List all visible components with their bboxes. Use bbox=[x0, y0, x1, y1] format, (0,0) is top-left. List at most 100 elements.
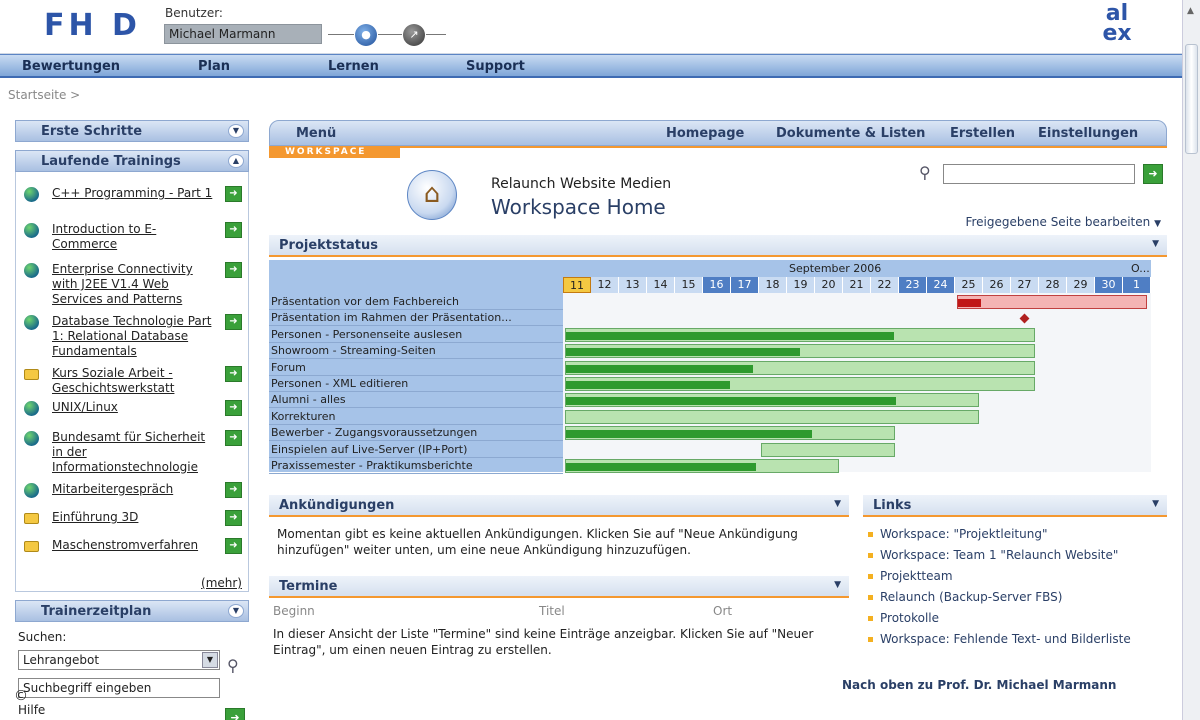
arrow-right-icon[interactable]: ➜ bbox=[225, 482, 242, 498]
gantt-task-name[interactable]: Praxissemester - Praktikumsberichte bbox=[269, 458, 563, 474]
chevron-down-icon[interactable]: ▼ bbox=[228, 604, 244, 618]
arrow-right-icon[interactable]: ➜ bbox=[225, 222, 242, 238]
arrow-right-icon[interactable]: ➜ bbox=[225, 510, 242, 526]
menu-label[interactable]: Menü bbox=[296, 126, 336, 141]
gantt-task-name[interactable]: Korrekturen bbox=[269, 409, 563, 425]
chevron-down-icon[interactable]: ▼ bbox=[1152, 499, 1159, 509]
arrow-right-icon[interactable]: ➜ bbox=[225, 262, 242, 278]
vertical-scrollbar[interactable]: ▲ bbox=[1182, 0, 1200, 720]
help-link[interactable]: Hilfe bbox=[18, 703, 45, 717]
gantt-task-name[interactable]: Alumni - alles bbox=[269, 392, 563, 409]
search-icon[interactable]: ⚲ bbox=[227, 656, 239, 675]
scrollbar-thumb[interactable] bbox=[1185, 44, 1198, 154]
gantt-bar[interactable] bbox=[565, 409, 979, 424]
training-item[interactable]: Introduction to E-Commerce ➜ bbox=[16, 222, 248, 252]
column-beginn[interactable]: Beginn bbox=[273, 604, 315, 618]
arrow-right-icon[interactable]: ➜ bbox=[225, 708, 245, 720]
arrow-right-icon[interactable]: ➜ bbox=[225, 430, 242, 446]
projektstatus-header[interactable]: Projektstatus ▼ bbox=[269, 235, 1167, 257]
gantt-progress bbox=[566, 397, 896, 406]
chevron-up-icon[interactable]: ▲ bbox=[228, 154, 244, 168]
fhd-logo[interactable]: FH D bbox=[44, 8, 141, 43]
link-item[interactable]: Workspace: Team 1 "Relaunch Website" bbox=[868, 547, 1158, 563]
chevron-down-icon[interactable]: ▼ bbox=[202, 652, 218, 668]
category-select[interactable]: Lehrangebot ▼ bbox=[18, 650, 220, 670]
gantt-task-name[interactable]: Personen - XML editieren bbox=[269, 376, 563, 392]
profile-icon[interactable]: ● bbox=[355, 24, 377, 46]
back-to-top-link[interactable]: Nach oben zu Prof. Dr. Michael Marmann bbox=[842, 678, 1116, 692]
gantt-task-name[interactable]: Showroom - Streaming-Seiten bbox=[269, 343, 563, 360]
training-item[interactable]: Database Technologie Part 1: Relational … bbox=[16, 314, 248, 359]
arrow-right-icon[interactable]: ➜ bbox=[225, 400, 242, 416]
more-link[interactable]: (mehr) bbox=[201, 576, 248, 590]
home-icon[interactable]: ⌂ bbox=[407, 170, 457, 220]
gantt-bar[interactable] bbox=[565, 393, 979, 408]
chevron-down-icon[interactable]: ▼ bbox=[834, 499, 841, 509]
gantt-milestone[interactable] bbox=[1019, 313, 1030, 324]
arrow-right-icon[interactable]: ➜ bbox=[1143, 164, 1163, 184]
link-item[interactable]: Projektteam bbox=[868, 568, 1158, 584]
column-titel[interactable]: Titel bbox=[539, 604, 565, 618]
gantt-bar[interactable] bbox=[565, 377, 1035, 391]
laufende-trainings-header[interactable]: Laufende Trainings ▲ bbox=[15, 150, 249, 172]
nav-plan[interactable]: Plan bbox=[198, 59, 230, 74]
user-field[interactable]: Michael Marmann bbox=[164, 24, 322, 44]
arrow-right-icon[interactable]: ➜ bbox=[225, 538, 242, 554]
trainerzeitplan-header[interactable]: Trainerzeitplan ▼ bbox=[15, 600, 249, 622]
gantt-chart: September 2006 O... 11 12 13 14 15 16 17 18 19 20… bbox=[269, 260, 1151, 474]
links-header[interactable]: Links ▼ bbox=[863, 495, 1167, 517]
menu-settings[interactable]: Einstellungen bbox=[1038, 126, 1138, 141]
gantt-bar[interactable] bbox=[565, 459, 839, 473]
breadcrumb[interactable]: Startseite > bbox=[8, 88, 80, 102]
chevron-down-icon[interactable]: ▼ bbox=[1152, 239, 1159, 249]
gantt-task-name[interactable]: Einspielen auf Live-Server (IP+Port) bbox=[269, 442, 563, 458]
training-item[interactable]: UNIX/Linux ➜ bbox=[16, 400, 248, 416]
gantt-bar[interactable] bbox=[957, 295, 1147, 309]
scroll-up-icon[interactable]: ▲ bbox=[1187, 6, 1194, 16]
menu-homepage[interactable]: Homepage bbox=[666, 126, 744, 141]
workspace-search-input[interactable] bbox=[943, 164, 1135, 184]
gantt-task-name[interactable]: Präsentation im Rahmen der Präsentation.… bbox=[269, 310, 563, 327]
search-input[interactable]: Suchbegriff eingeben bbox=[18, 678, 220, 698]
training-item[interactable]: Einführung 3D ➜ bbox=[16, 510, 248, 526]
training-label: Einführung 3D bbox=[52, 510, 139, 524]
nav-support[interactable]: Support bbox=[466, 59, 525, 74]
edit-page-link[interactable]: Freigegebene Seite bearbeiten ▼ bbox=[943, 215, 1161, 229]
arrow-right-icon[interactable]: ➜ bbox=[225, 366, 242, 382]
erste-schritte-header[interactable]: Erste Schritte ▼ bbox=[15, 120, 249, 142]
training-item[interactable]: C++ Programming - Part 1 ➜ bbox=[16, 186, 248, 202]
gantt-bar[interactable] bbox=[761, 442, 895, 457]
training-item[interactable]: Maschenstromverfahren ➜ bbox=[16, 538, 248, 554]
nav-bewertungen[interactable]: Bewertungen bbox=[22, 59, 120, 74]
ankuendigungen-header[interactable]: Ankündigungen ▼ bbox=[269, 495, 849, 517]
gantt-bar[interactable] bbox=[565, 426, 895, 441]
gantt-task-name[interactable]: Personen - Personenseite auslesen bbox=[269, 327, 563, 343]
gantt-task-name[interactable]: Präsentation vor dem Fachbereich bbox=[269, 294, 563, 310]
search-icon[interactable]: ⚲ bbox=[919, 163, 931, 182]
arrow-right-icon[interactable]: ➜ bbox=[225, 314, 242, 330]
chevron-down-icon[interactable]: ▼ bbox=[228, 124, 244, 138]
menu-documents[interactable]: Dokumente & Listen bbox=[776, 126, 925, 141]
nav-lernen[interactable]: Lernen bbox=[328, 59, 379, 74]
link-item[interactable]: Workspace: Fehlende Text- und Bilderlist… bbox=[868, 631, 1158, 647]
gantt-day-label: 22 bbox=[871, 277, 899, 293]
arrow-right-icon[interactable]: ➜ bbox=[225, 186, 242, 202]
gantt-progress bbox=[566, 381, 730, 389]
link-item[interactable]: Workspace: "Projektleitung" bbox=[868, 526, 1158, 542]
gantt-task-name[interactable]: Bewerber - Zugangsvoraussetzungen bbox=[269, 425, 563, 442]
logout-icon[interactable]: ↗ bbox=[403, 24, 425, 46]
chevron-down-icon[interactable]: ▼ bbox=[834, 580, 841, 590]
termine-header[interactable]: Termine ▼ bbox=[269, 576, 849, 598]
link-item[interactable]: Protokolle bbox=[868, 610, 1158, 626]
training-item[interactable]: Mitarbeitergespräch ➜ bbox=[16, 482, 248, 498]
training-item[interactable]: Enterprise Connectivity with J2EE V1.4 W… bbox=[16, 262, 248, 307]
link-item[interactable]: Relaunch (Backup-Server FBS) bbox=[868, 589, 1158, 605]
gantt-bar[interactable] bbox=[565, 327, 1035, 342]
gantt-bar[interactable] bbox=[565, 344, 1035, 359]
training-item[interactable]: Kurs Soziale Arbeit - Geschichtswerkstat… bbox=[16, 366, 248, 396]
gantt-task-name[interactable]: Forum bbox=[269, 360, 563, 376]
menu-create[interactable]: Erstellen bbox=[950, 126, 1015, 141]
training-item[interactable]: Bundesamt für Sicherheit in der Informat… bbox=[16, 430, 248, 475]
gantt-bar[interactable] bbox=[565, 360, 1035, 375]
column-ort[interactable]: Ort bbox=[713, 604, 732, 618]
